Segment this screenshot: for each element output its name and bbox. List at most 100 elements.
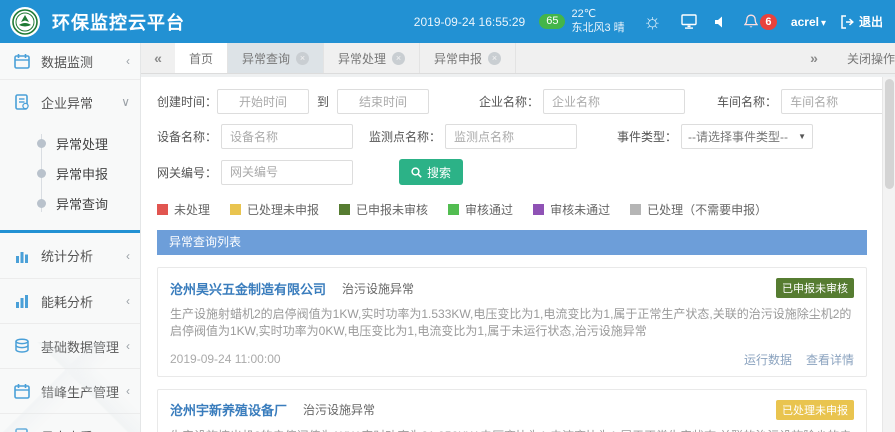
- legend-color-swatch: [630, 204, 641, 215]
- sidebar-item-label: 能耗分析: [41, 292, 93, 311]
- legend-color-swatch: [230, 204, 241, 215]
- sidebar-item-energy-analysis[interactable]: 能耗分析 ‹: [0, 278, 140, 323]
- tab-label: 异常查询: [242, 50, 290, 67]
- username-label: acrel: [791, 15, 819, 29]
- search-button[interactable]: 搜索: [399, 159, 463, 185]
- legend-label: 未处理: [174, 201, 210, 218]
- close-tab-icon[interactable]: ×: [488, 52, 501, 65]
- wind-label: 东北风3: [571, 22, 610, 34]
- sidebar-nav: 数据监测 ‹ 企业异常 ∨ 异常处理 异常申报 异常查询 统计分析 ‹ 能耗分析…: [0, 43, 141, 432]
- event-type-text: 治污设施异常: [303, 401, 375, 418]
- document-gear-icon: [14, 94, 30, 110]
- scroll-tabs-right-icon[interactable]: »: [797, 50, 831, 66]
- top-header: 环保监控云平台 2019-09-24 16:55:29 65 22℃ 东北风3 …: [0, 0, 895, 43]
- to-label: 到: [317, 93, 329, 110]
- end-time-input[interactable]: [337, 89, 429, 114]
- company-name-link[interactable]: 沧州宇新养殖设备厂: [170, 400, 287, 419]
- event-type-text: 治污设施异常: [342, 280, 414, 297]
- status-legend: 未处理 已处理未申报 已申报未审核 审核通过 审核未通过 已处理（不需要申报）: [157, 201, 881, 218]
- run-data-link[interactable]: 运行数据: [744, 351, 792, 368]
- sidebar-item-data-monitoring[interactable]: 数据监测 ‹: [0, 43, 140, 79]
- sidebar-item-anomaly-handle[interactable]: 异常处理: [0, 128, 140, 158]
- search-form-row-3: 网关编号： 搜索: [157, 159, 881, 185]
- bell-icon: [744, 14, 758, 29]
- start-time-input[interactable]: [217, 89, 309, 114]
- weather-label: 晴: [614, 22, 625, 34]
- event-type-label: 事件类型：: [617, 128, 677, 145]
- view-detail-link[interactable]: 查看详情: [806, 351, 854, 368]
- sub-item-label: 异常处理: [56, 134, 108, 153]
- chevron-left-icon: ‹: [126, 54, 130, 68]
- sun-weather-icon: ☼: [643, 10, 662, 34]
- notifications-bell[interactable]: 6: [744, 14, 777, 30]
- calendar-icon: [14, 53, 30, 69]
- sidebar-item-label: 企业异常: [41, 93, 93, 112]
- sidebar-item-label: 统计分析: [41, 246, 93, 265]
- tab-label: 异常处理: [338, 50, 386, 67]
- aqi-badge: 65: [539, 14, 565, 30]
- chevron-left-icon: ‹: [126, 294, 130, 308]
- speaker-mute-icon[interactable]: [712, 13, 730, 31]
- tab-anomaly-query[interactable]: 异常查询 ×: [228, 43, 324, 73]
- chevron-down-icon: ▾: [821, 18, 826, 29]
- device-name-label: 设备名称：: [157, 128, 217, 145]
- gateway-number-input[interactable]: [221, 160, 353, 185]
- tab-label: 首页: [189, 50, 213, 67]
- event-type-select-wrap: --请选择事件类型--: [681, 124, 813, 149]
- status-badge: 已申报未审核: [776, 278, 854, 298]
- tab-home[interactable]: 首页: [175, 43, 228, 73]
- tab-bar: « 首页 异常查询 × 异常处理 × 异常申报 × » 关闭操作: [141, 43, 895, 74]
- legend-label: 已处理未申报: [247, 201, 319, 218]
- company-name-input[interactable]: [543, 89, 685, 114]
- legend-item: 已处理（不需要申报）: [630, 201, 767, 218]
- search-form-row-2: 设备名称： 监测点名称： 事件类型： --请选择事件类型--: [157, 124, 881, 149]
- search-icon: [411, 167, 422, 178]
- search-button-label: 搜索: [427, 164, 451, 181]
- logout-label: 退出: [859, 13, 883, 30]
- app-title: 环保监控云平台: [52, 9, 185, 35]
- sub-item-label: 异常申报: [56, 164, 108, 183]
- temperature-label: 22℃: [571, 8, 596, 20]
- event-type-select[interactable]: --请选择事件类型--: [681, 124, 813, 149]
- legend-color-swatch: [533, 204, 544, 215]
- created-time-label: 创建时间：: [157, 93, 217, 110]
- legend-label: 已申报未审核: [356, 201, 428, 218]
- user-menu[interactable]: acrel▾: [791, 15, 826, 29]
- chart-icon: [14, 293, 30, 309]
- close-tab-icon[interactable]: ×: [392, 52, 405, 65]
- content-panel: 创建时间： 到 企业名称： 车间名称： 设备名称： 监测点名称： 事件类型： -…: [141, 77, 895, 432]
- sidebar-item-enterprise-anomaly[interactable]: 企业异常 ∨: [0, 79, 140, 124]
- close-operations-menu[interactable]: 关闭操作: [847, 50, 895, 67]
- monitor-icon[interactable]: [680, 13, 698, 31]
- chevron-left-icon: ‹: [126, 249, 130, 263]
- legend-label: 审核未通过: [550, 201, 610, 218]
- scroll-tabs-left-icon[interactable]: «: [141, 43, 175, 73]
- tab-anomaly-handle[interactable]: 异常处理 ×: [324, 43, 420, 73]
- workshop-name-input[interactable]: [781, 89, 895, 114]
- header-datetime: 2019-09-24 16:55:29: [414, 15, 525, 29]
- scrollbar-track[interactable]: [882, 77, 895, 432]
- company-name-link[interactable]: 沧州昊兴五金制造有限公司: [170, 279, 326, 298]
- anomaly-description: 生产设施射蜡机2的启停阀值为1KW,实时功率为1.533KW,电压变比为1,电流…: [170, 306, 854, 341]
- sidebar-item-anomaly-query[interactable]: 异常查询: [0, 188, 140, 218]
- device-name-input[interactable]: [221, 124, 353, 149]
- scrollbar-thumb[interactable]: [885, 79, 894, 189]
- sidebar-item-statistics[interactable]: 统计分析 ‹: [0, 233, 140, 278]
- search-form-row-1: 创建时间： 到 企业名称： 车间名称：: [157, 89, 881, 114]
- gateway-number-label: 网关编号：: [157, 164, 217, 181]
- logout-button[interactable]: 退出: [840, 13, 883, 30]
- logout-icon: [840, 15, 854, 29]
- monitor-point-input[interactable]: [445, 124, 577, 149]
- tab-anomaly-declare[interactable]: 异常申报 ×: [420, 43, 516, 73]
- anomaly-date: 2019-09-24 11:00:00: [170, 352, 281, 366]
- close-tab-icon[interactable]: ×: [296, 52, 309, 65]
- workshop-name-label: 车间名称：: [717, 93, 777, 110]
- legend-item: 审核未通过: [533, 201, 610, 218]
- tab-label: 异常申报: [434, 50, 482, 67]
- legend-item: 已申报未审核: [339, 201, 428, 218]
- sidebar-item-anomaly-declare[interactable]: 异常申报: [0, 158, 140, 188]
- monitor-point-label: 监测点名称：: [369, 128, 441, 145]
- sub-item-label: 异常查询: [56, 194, 108, 213]
- legend-item: 已处理未申报: [230, 201, 319, 218]
- legend-label: 审核通过: [465, 201, 513, 218]
